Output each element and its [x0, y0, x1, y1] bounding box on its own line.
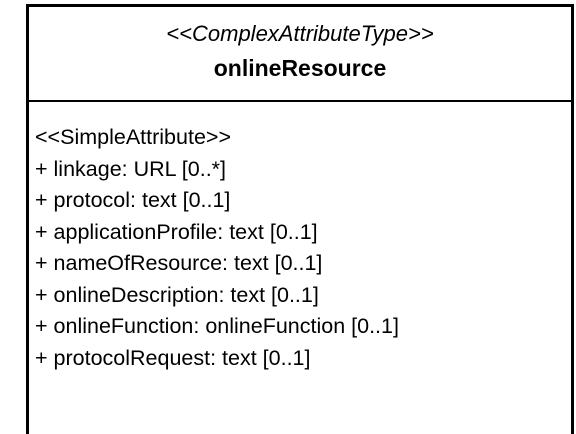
attribute-protocol-request: + protocolRequest: text [0..1]: [35, 345, 311, 370]
attribute-compartment: <<SimpleAttribute>> + linkage: URL [0..*…: [29, 102, 571, 374]
attribute-online-description: + onlineDescription: text [0..1]: [35, 282, 319, 307]
attribute-online-function: + onlineFunction: onlineFunction [0..1]: [35, 314, 399, 338]
class-stereotype: <<ComplexAttributeType>>: [166, 21, 434, 46]
attribute-name-of-resource: + nameOfResource: text [0..1]: [35, 251, 323, 275]
attribute-linkage: + linkage: URL [0..*]: [35, 156, 227, 181]
attribute-protocol: + protocol: text [0..1]: [35, 188, 231, 212]
class-header: <<ComplexAttributeType>> onlineResource: [29, 7, 571, 102]
uml-class-box: <<ComplexAttributeType>> onlineResource …: [26, 4, 574, 434]
attribute-application-profile: + applicationProfile: text [0..1]: [35, 219, 318, 244]
class-name: onlineResource: [213, 55, 387, 81]
attribute-stereotype: <<SimpleAttribute>>: [35, 125, 232, 149]
